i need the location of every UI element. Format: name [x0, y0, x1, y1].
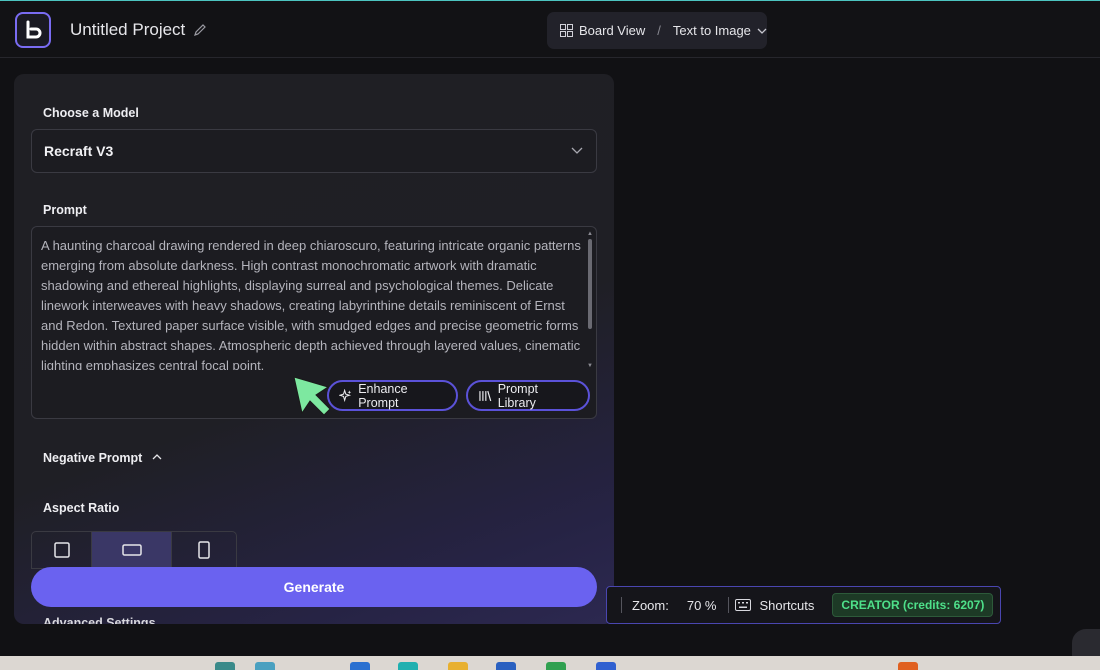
chevron-down-icon — [571, 147, 583, 154]
status-divider — [728, 597, 730, 613]
project-title-text: Untitled Project — [70, 20, 186, 39]
keyboard-icon — [735, 599, 752, 611]
taskbar-app-icon[interactable] — [898, 662, 918, 670]
generate-label: Generate — [283, 579, 345, 595]
app-logo[interactable] — [15, 12, 51, 48]
taskbar-app-icon[interactable] — [398, 662, 418, 670]
pencil-icon[interactable] — [193, 23, 207, 37]
model-select-value: Recraft V3 — [44, 143, 114, 159]
scroll-up-icon[interactable]: ▲ — [587, 231, 593, 237]
generate-button[interactable]: Generate — [31, 567, 597, 607]
library-icon — [479, 390, 492, 401]
model-select[interactable]: Recraft V3 — [31, 129, 597, 173]
aspect-landscape-button[interactable] — [92, 532, 172, 568]
aspect-portrait-button[interactable] — [172, 532, 236, 568]
taskbar-app-icon[interactable] — [546, 662, 566, 670]
portrait-ratio-icon — [198, 541, 210, 559]
taskbar-app-icon[interactable] — [496, 662, 516, 670]
scroll-down-icon[interactable]: ▼ — [587, 363, 593, 369]
scroll-thumb[interactable] — [588, 239, 592, 329]
enhance-prompt-button[interactable]: Enhance Prompt — [327, 380, 458, 411]
project-title[interactable]: Untitled Project — [70, 20, 207, 40]
negative-prompt-label: Negative Prompt — [43, 451, 143, 465]
aspect-square-button[interactable] — [32, 532, 93, 568]
prompt-text[interactable]: A haunting charcoal drawing rendered in … — [41, 236, 581, 370]
taskbar-app-icon[interactable] — [255, 662, 275, 670]
aspect-ratio-label: Aspect Ratio — [43, 501, 120, 515]
board-grid-icon — [560, 24, 573, 37]
chevron-down-icon[interactable] — [757, 26, 767, 36]
os-taskbar — [0, 656, 1100, 670]
square-ratio-icon — [53, 542, 70, 558]
top-bar: Untitled Project Board View / Text to Im… — [0, 0, 1100, 58]
board-view-label[interactable]: Board View — [579, 23, 645, 38]
advanced-settings-label: Advanced Settings — [43, 616, 156, 624]
prompt-library-label: Prompt Library — [497, 381, 538, 410]
prompt-label: Prompt — [43, 203, 87, 217]
model-label: Choose a Model — [43, 106, 139, 120]
negative-prompt-toggle[interactable]: Negative Prompt — [43, 451, 162, 465]
aspect-ratio-selector — [31, 531, 237, 569]
breadcrumb-separator: / — [657, 23, 661, 38]
status-divider — [621, 597, 622, 613]
mouse-cursor-icon — [293, 376, 331, 416]
credits-badge[interactable]: CREATOR (credits: 6207) — [832, 593, 994, 617]
generation-panel: Choose a Model Recraft V3 Prompt A haunt… — [14, 74, 614, 624]
taskbar-app-icon[interactable] — [215, 662, 235, 670]
prompt-scrollbar[interactable]: ▲ ▼ — [587, 231, 593, 369]
advanced-settings-toggle[interactable]: Advanced Settings — [43, 616, 156, 624]
enhance-prompt-label: Enhance Prompt — [358, 381, 408, 410]
shortcuts-button[interactable]: Shortcuts — [759, 598, 814, 613]
tool-label[interactable]: Text to Image — [673, 23, 751, 38]
taskbar-app-icon[interactable] — [350, 662, 370, 670]
view-switcher[interactable]: Board View / Text to Image — [547, 12, 767, 49]
sparkle-icon — [339, 388, 352, 402]
prompt-library-button[interactable]: Prompt Library — [466, 380, 590, 411]
chevron-up-icon — [152, 454, 162, 460]
taskbar-app-icon[interactable] — [596, 662, 616, 670]
zoom-label: Zoom: — [632, 597, 669, 613]
logo-icon — [26, 20, 42, 39]
taskbar-app-icon[interactable] — [448, 662, 468, 670]
landscape-ratio-icon — [121, 544, 142, 556]
status-bar: Zoom: 70 % Shortcuts CREATOR (credits: 6… — [606, 586, 1001, 624]
zoom-value[interactable]: 70 % — [687, 598, 717, 613]
